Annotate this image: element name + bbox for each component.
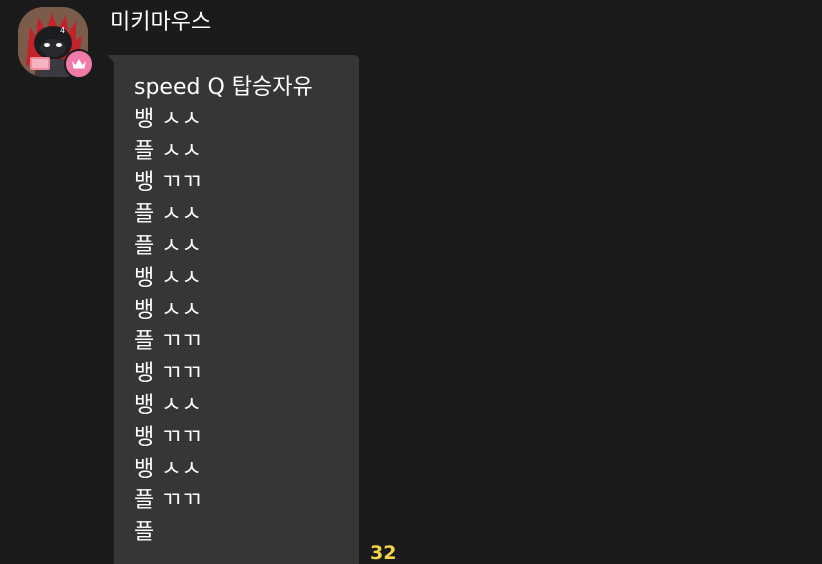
message-line: 뱅 ㄲㄲ (134, 361, 202, 387)
message-line: 뱅 ㄲㄲ (134, 424, 202, 450)
message-line: 플 (134, 520, 155, 546)
crown-icon (72, 59, 86, 69)
message-bubble[interactable]: speed Q 탑승자유뱅 ㅅㅅ 플 ㅅㅅ 뱅 ㄲㄲ 플 ㅅㅅ 플 ㅅㅅ 뱅 ㅅㅅ 뱅 ㅅㅅ… (107, 55, 359, 564)
message-line: 뱅 ㅅㅅ (134, 265, 202, 291)
sender-name[interactable]: 미키마우스 (110, 8, 211, 38)
crown-badge (64, 49, 94, 79)
profile-avatar-wrapper[interactable]: 4 (18, 7, 94, 79)
message-line: 뱅 ㅅㅅ (134, 392, 202, 418)
message-line: 플 ㅅㅅ (134, 138, 202, 164)
unread-count: 32 (370, 542, 397, 564)
message-line: 뱅 ㅅㅅ (134, 297, 202, 323)
message-line: 플 ㅅㅅ (134, 233, 202, 259)
message-text: speed Q 탑승자유뱅 ㅅㅅ 플 ㅅㅅ 뱅 ㄲㄲ 플 ㅅㅅ 플 ㅅㅅ 뱅 ㅅㅅ 뱅 ㅅㅅ… (134, 72, 339, 549)
bubble-tail (107, 55, 119, 67)
message-line: 플 ㄲㄲ (134, 329, 202, 355)
svg-text:4: 4 (60, 26, 65, 35)
message-line: 뱅 ㅅㅅ (134, 106, 202, 132)
message-line: 뱅 ㅅㅅ (134, 456, 202, 482)
message-line: 뱅 ㄲㄲ (134, 170, 202, 196)
message-line: speed Q 탑승자유 (134, 75, 313, 100)
message-line: 플 ㄲㄲ (134, 488, 202, 514)
message-line: 플 ㅅㅅ (134, 202, 202, 228)
chat-area: 4 미키마우스 speed Q 탑승자유뱅 ㅅㅅ 플 ㅅㅅ 뱅 ㄲㄲ 플 ㅅㅅ 플 ㅅㅅ… (0, 0, 822, 564)
